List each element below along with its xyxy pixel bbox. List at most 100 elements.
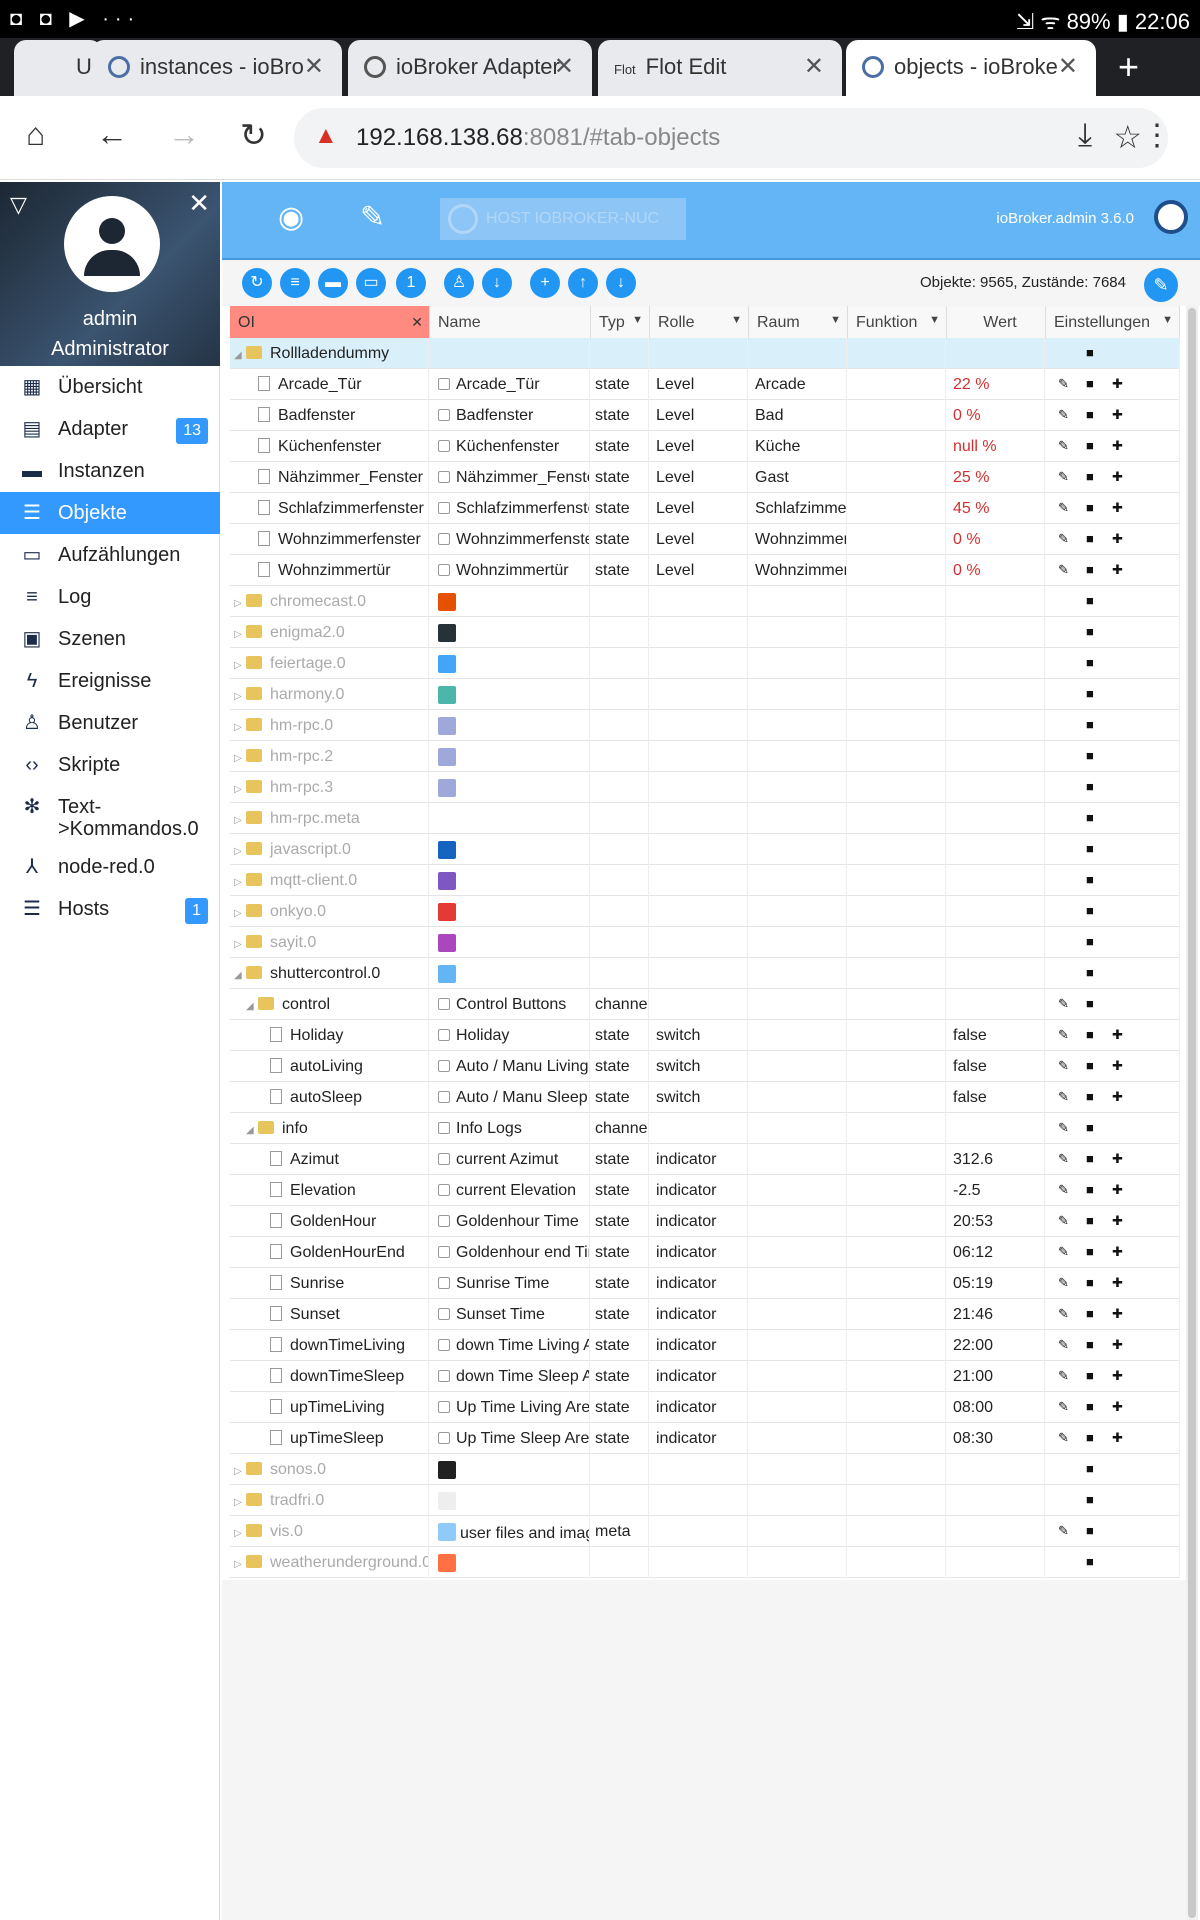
add-icon[interactable]: + (530, 268, 560, 298)
back-icon[interactable]: ← (96, 116, 128, 153)
edit-icon[interactable]: ✎ (1058, 1244, 1069, 1260)
close-sidebar-icon[interactable]: ✕ (188, 188, 210, 219)
wrench-icon[interactable]: ✎ (360, 200, 385, 235)
expand-toggle-icon[interactable]: ▷ (234, 1466, 246, 1477)
table-row[interactable]: ◢ Rollladendummy ■ (230, 338, 1180, 369)
eye-icon[interactable]: ◉ (278, 200, 304, 235)
edit-icon[interactable]: ✎ (1058, 531, 1069, 547)
object-value[interactable]: 21:46 (947, 1299, 1045, 1330)
object-value[interactable]: 08:30 (947, 1423, 1045, 1454)
object-value[interactable] (947, 710, 1045, 741)
object-value[interactable]: 0 % (947, 524, 1045, 555)
table-row[interactable]: GoldenHour Goldenhour Time state indicator 2… (230, 1206, 1180, 1237)
object-value[interactable]: 45 % (947, 493, 1045, 524)
delete-icon[interactable]: ■ (1086, 872, 1094, 887)
edit-icon[interactable]: ✎ (1058, 376, 1069, 392)
edit-icon[interactable]: ✎ (1058, 562, 1069, 578)
edit-icon[interactable]: ✎ (1058, 438, 1069, 454)
wrench-icon[interactable]: ✚ (1112, 1244, 1123, 1260)
object-value[interactable] (947, 586, 1045, 617)
contact-icon[interactable]: ♙ (444, 268, 474, 298)
delete-icon[interactable]: ■ (1086, 748, 1094, 763)
delete-icon[interactable]: ■ (1086, 1523, 1094, 1538)
sidebar-item-instances[interactable]: ▬ Instanzen (0, 450, 220, 492)
delete-icon[interactable]: ■ (1086, 469, 1094, 484)
browser-tab[interactable]: Flot Flot Edit ✕ (598, 40, 842, 96)
table-row[interactable]: Schlafzimmerfenster Schlafzimmerfenster st… (230, 493, 1180, 524)
expand-toggle-icon[interactable]: ◢ (234, 970, 246, 981)
object-value[interactable] (947, 865, 1045, 896)
object-value[interactable] (947, 803, 1045, 834)
delete-icon[interactable]: ■ (1086, 1089, 1094, 1104)
browser-tab[interactable]: instances - ioBro ✕ (92, 40, 342, 96)
wrench-icon[interactable]: ✚ (1112, 1213, 1123, 1229)
table-row[interactable]: ▷ sonos.0 ■ (230, 1454, 1180, 1485)
delete-icon[interactable]: ■ (1086, 593, 1094, 608)
object-value[interactable]: null % (947, 431, 1045, 462)
delete-icon[interactable]: ■ (1086, 1275, 1094, 1290)
object-value[interactable] (947, 679, 1045, 710)
sidebar-item-users[interactable]: ♙ Benutzer (0, 702, 220, 744)
table-row[interactable]: ▷ enigma2.0 ■ (230, 617, 1180, 648)
scrollbar[interactable] (1186, 306, 1198, 1920)
delete-icon[interactable]: ■ (1086, 1337, 1094, 1352)
table-row[interactable]: downTimeLiving down Time Living Areastate… (230, 1330, 1180, 1361)
edit-icon[interactable]: ✎ (1058, 1399, 1069, 1415)
object-value[interactable] (947, 772, 1045, 803)
delete-icon[interactable]: ■ (1086, 1430, 1094, 1445)
table-row[interactable]: ▷ mqtt-client.0 ■ (230, 865, 1180, 896)
delete-icon[interactable]: ■ (1086, 1492, 1094, 1507)
table-row[interactable]: GoldenHourEnd Goldenhour end Timestateind… (230, 1237, 1180, 1268)
sidebar-item-events[interactable]: ϟ Ereignisse (0, 660, 220, 702)
edit-icon[interactable]: ✎ (1058, 1089, 1069, 1105)
edit-icon[interactable]: ✎ (1058, 500, 1069, 516)
wrench-icon[interactable]: ✚ (1112, 1058, 1123, 1074)
folder-open-icon[interactable]: ▭ (356, 268, 386, 298)
more-menu-icon[interactable]: ⋮ (1142, 118, 1172, 153)
expand-toggle-icon[interactable]: ▷ (234, 815, 246, 826)
delete-icon[interactable]: ■ (1086, 500, 1094, 515)
wrench-icon[interactable]: ✚ (1112, 500, 1123, 516)
delete-icon[interactable]: ■ (1086, 1120, 1094, 1135)
expand-toggle-icon[interactable]: ▷ (234, 598, 246, 609)
expand-toggle-icon[interactable]: ▷ (234, 691, 246, 702)
table-row[interactable]: Azimut current Azimut state indicator 312.6 ✎… (230, 1144, 1180, 1175)
upload-icon[interactable]: ↑ (568, 268, 598, 298)
column-header-type[interactable]: Typ ▼ (591, 306, 650, 338)
reload-icon[interactable]: ↻ (240, 116, 267, 154)
table-row[interactable]: Arcade_Tür Arcade_Tür state Level Arcade 22 %… (230, 369, 1180, 400)
table-row[interactable]: ▷ javascript.0 ■ (230, 834, 1180, 865)
wrench-icon[interactable]: ✚ (1112, 1337, 1123, 1353)
delete-icon[interactable]: ■ (1086, 965, 1094, 980)
object-value[interactable]: false (947, 1082, 1045, 1113)
edit-icon[interactable]: ✎ (1058, 1182, 1069, 1198)
table-row[interactable]: Küchenfenster Küchenfenster state Level Küch… (230, 431, 1180, 462)
host-selector[interactable]: HOST IOBROKER-NUC (440, 198, 686, 240)
table-row[interactable]: ▷ onkyo.0 ■ (230, 896, 1180, 927)
delete-icon[interactable]: ■ (1086, 996, 1094, 1011)
table-row[interactable]: Badfenster Badfenster state Level Bad 0 % ✎ ■ ✚ (230, 400, 1180, 431)
edit-icon[interactable]: ✎ (1058, 1523, 1069, 1539)
expand-toggle-icon[interactable]: ◢ (246, 1001, 258, 1012)
delete-icon[interactable]: ■ (1086, 779, 1094, 794)
object-value[interactable] (947, 741, 1045, 772)
wrench-icon[interactable]: ✚ (1112, 1182, 1123, 1198)
column-header-function[interactable]: Funktion ▼ (848, 306, 947, 338)
object-value[interactable] (947, 927, 1045, 958)
delete-icon[interactable]: ■ (1086, 1058, 1094, 1073)
folder-icon[interactable]: ▬ (318, 268, 348, 298)
edit-icon[interactable]: ✎ (1058, 1306, 1069, 1322)
sidebar-item-objects[interactable]: ☰ Objekte (0, 492, 220, 534)
object-value[interactable]: 25 % (947, 462, 1045, 493)
bookmark-star-icon[interactable]: ☆ (1113, 118, 1142, 156)
object-value[interactable] (947, 1516, 1045, 1547)
table-row[interactable]: downTimeSleep down Time Sleep Areastatein… (230, 1361, 1180, 1392)
expand-toggle-icon[interactable]: ▷ (234, 753, 246, 764)
delete-icon[interactable]: ■ (1086, 934, 1094, 949)
sidebar-item-hosts[interactable]: ☰ Hosts 1 (0, 888, 220, 930)
delete-icon[interactable]: ■ (1086, 376, 1094, 391)
one-icon[interactable]: 1 (396, 268, 426, 298)
delete-icon[interactable]: ■ (1086, 562, 1094, 577)
delete-icon[interactable]: ■ (1086, 810, 1094, 825)
table-row[interactable]: ▷ weatherunderground.0 ■ (230, 1547, 1180, 1578)
